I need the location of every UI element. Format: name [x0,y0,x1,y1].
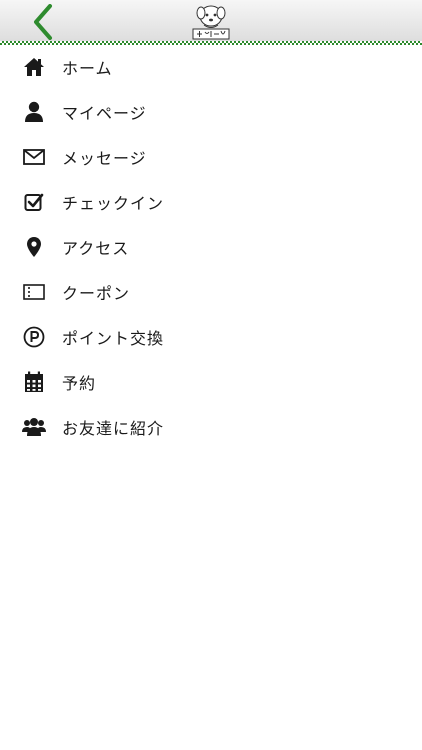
side-menu: ホーム マイページ メッセージ チェックイン アクセス クーポン ポイント交換 … [0,45,422,449]
menu-item-label: アクセス [62,239,130,258]
dog-mascot-logo [192,5,230,40]
menu-item-reservation[interactable]: 予約 [0,359,422,404]
coupon-ticket-icon [22,280,46,304]
menu-item-label: チェックイン [62,194,165,214]
app-logo [188,3,234,41]
header-bar [0,0,422,45]
menu-item-label: ホーム [62,59,113,79]
back-button[interactable] [20,4,60,40]
menu-item-label: マイページ [62,104,147,124]
menu-item-label: クーポン [62,283,131,303]
envelope-icon [22,145,46,169]
menu-item-label: ポイント交換 [62,328,165,348]
menu-item-point-exchange[interactable]: ポイント交換 [0,314,422,359]
menu-item-home[interactable]: ホーム [0,45,422,90]
menu-item-coupon[interactable]: クーポン [0,269,422,314]
chevron-left-icon [34,4,52,40]
menu-item-message[interactable]: メッセージ [0,135,422,180]
calendar-icon [22,370,46,394]
menu-item-label: 予約 [62,373,97,393]
user-icon [22,100,46,124]
menu-item-label: メッセージ [62,149,147,169]
home-icon [22,55,46,79]
menu-item-access[interactable]: アクセス [0,225,422,270]
menu-item-checkin[interactable]: チェックイン [0,180,422,225]
menu-item-label: お友達に紹介 [62,418,165,438]
menu-item-refer-friend[interactable]: お友達に紹介 [0,404,422,449]
app-root: ホーム マイページ メッセージ チェックイン アクセス クーポン ポイント交換 … [0,0,422,750]
map-pin-icon [22,235,46,259]
menu-item-mypage[interactable]: マイページ [0,90,422,135]
users-icon [22,415,46,439]
point-p-icon [22,325,46,349]
checkbox-icon [22,190,46,214]
